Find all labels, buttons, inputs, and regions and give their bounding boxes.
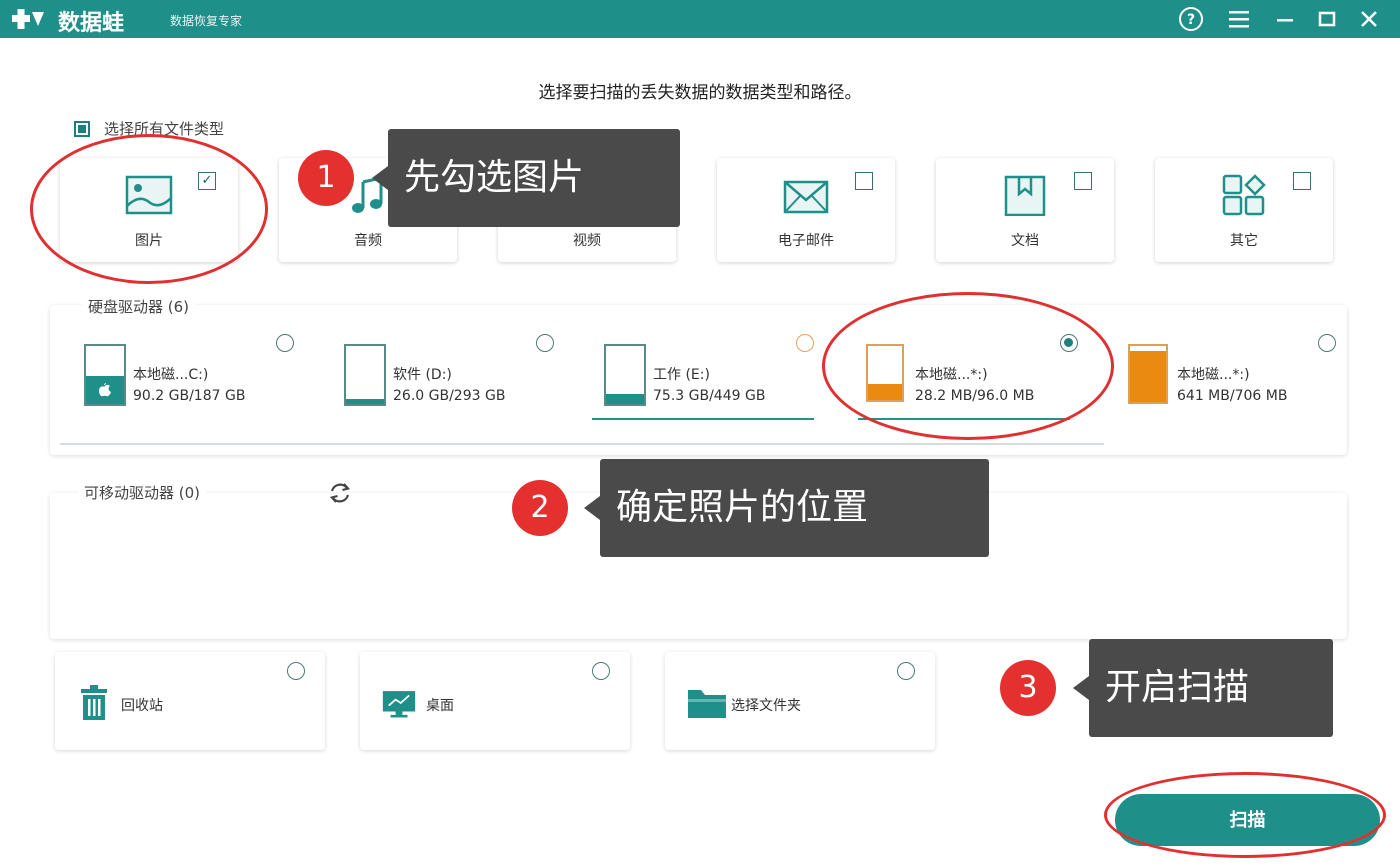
type-label: 文档 xyxy=(1011,233,1039,249)
location-card-recycle-bin[interactable]: 回收站 xyxy=(55,652,325,750)
annotation-callout-3: 开启扫描 xyxy=(1089,639,1333,737)
drive-name: 本地磁...*:) xyxy=(1177,367,1250,383)
drive-item-e[interactable]: 工作 (E:) 75.3 GB/449 GB xyxy=(598,330,828,420)
annotation-callout-2: 确定照片的位置 xyxy=(600,459,989,557)
drive-radio[interactable] xyxy=(1318,334,1336,352)
type-card-email[interactable]: 电子邮件 xyxy=(717,158,895,262)
app-logo-icon xyxy=(12,9,44,29)
drive-usage-fill xyxy=(346,398,384,404)
drive-usage-fill xyxy=(1130,351,1166,402)
drive-radio[interactable] xyxy=(276,334,294,352)
minimize-icon xyxy=(1277,19,1293,22)
windows-drive-icon xyxy=(84,344,126,406)
annotation-number-3: 3 xyxy=(1000,660,1056,716)
drive-usage-fill xyxy=(606,394,644,404)
document-icon xyxy=(1004,175,1046,216)
location-card-select-folder[interactable]: 选择文件夹 xyxy=(665,652,935,750)
title-bar: 数据蛙 数据恢复专家 ? xyxy=(0,0,1400,38)
location-label: 桌面 xyxy=(426,698,454,714)
drive-icon xyxy=(344,344,386,406)
folder-icon xyxy=(688,690,726,718)
location-radio[interactable] xyxy=(592,662,610,680)
hard-drives-title: 硬盘驱动器 (6) xyxy=(82,296,196,317)
other-icon xyxy=(1222,174,1266,216)
drive-item-local-2[interactable]: 本地磁...*:) 641 MB/706 MB xyxy=(1122,330,1352,420)
type-label: 电子邮件 xyxy=(778,233,834,249)
type-label: 音频 xyxy=(354,233,382,249)
refresh-icon[interactable] xyxy=(326,480,354,506)
desktop-icon xyxy=(382,691,416,718)
drive-size: 641 MB/706 MB xyxy=(1177,388,1288,404)
location-label: 回收站 xyxy=(121,698,163,714)
help-button[interactable]: ? xyxy=(1176,4,1206,34)
location-card-desktop[interactable]: 桌面 xyxy=(360,652,630,750)
drive-name: 本地磁...C:) xyxy=(133,367,209,383)
drive-icon xyxy=(1128,344,1168,404)
app-name: 数据蛙 xyxy=(58,11,125,36)
drive-radio[interactable] xyxy=(796,334,814,352)
select-all-check-icon xyxy=(74,120,90,137)
annotation-circle-images xyxy=(30,134,268,284)
mail-icon xyxy=(783,180,829,214)
menu-button[interactable] xyxy=(1224,4,1254,34)
annotation-number-2: 2 xyxy=(512,480,568,536)
drive-size: 26.0 GB/293 GB xyxy=(393,388,506,404)
drive-size: 75.3 GB/449 GB xyxy=(653,388,766,404)
app-subtitle: 数据恢复专家 xyxy=(170,14,243,28)
maximize-button[interactable] xyxy=(1312,4,1342,34)
page-heading: 选择要扫描的丢失数据的数据类型和路径。 xyxy=(538,83,862,103)
location-label: 选择文件夹 xyxy=(731,698,801,714)
drives-divider xyxy=(60,443,1104,445)
drive-item-d[interactable]: 软件 (D:) 26.0 GB/293 GB xyxy=(338,330,568,420)
drive-item-c[interactable]: 本地磁...C:) 90.2 GB/187 GB xyxy=(78,330,308,420)
close-icon xyxy=(1361,11,1377,27)
drive-radio[interactable] xyxy=(536,334,554,352)
drive-size: 90.2 GB/187 GB xyxy=(133,388,246,404)
drive-name: 软件 (D:) xyxy=(393,367,452,383)
minimize-button[interactable] xyxy=(1270,4,1300,34)
type-label: 视频 xyxy=(573,233,601,249)
drive-icon xyxy=(604,344,646,406)
close-button[interactable] xyxy=(1354,4,1384,34)
drive-name: 工作 (E:) xyxy=(653,367,710,383)
email-checkbox[interactable] xyxy=(855,172,873,190)
trash-icon xyxy=(81,685,107,720)
documents-checkbox[interactable] xyxy=(1074,172,1092,190)
type-card-documents[interactable]: 文档 xyxy=(936,158,1114,262)
location-radio[interactable] xyxy=(287,662,305,680)
maximize-icon xyxy=(1318,11,1336,27)
type-label: 其它 xyxy=(1230,233,1258,249)
svg-text:?: ? xyxy=(1187,12,1195,28)
annotation-number-1: 1 xyxy=(298,150,354,206)
other-checkbox[interactable] xyxy=(1293,172,1311,190)
annotation-circle-scan xyxy=(1104,772,1386,858)
drive-hover-line xyxy=(592,418,814,420)
removable-drives-title: 可移动驱动器 (0) xyxy=(78,482,207,503)
annotation-circle-drive xyxy=(822,292,1114,440)
apple-logo-icon xyxy=(99,383,111,397)
type-card-other[interactable]: 其它 xyxy=(1155,158,1333,262)
menu-icon xyxy=(1229,11,1249,28)
location-radio[interactable] xyxy=(897,662,915,680)
help-icon: ? xyxy=(1179,7,1203,31)
annotation-callout-1: 先勾选图片 xyxy=(388,129,680,227)
